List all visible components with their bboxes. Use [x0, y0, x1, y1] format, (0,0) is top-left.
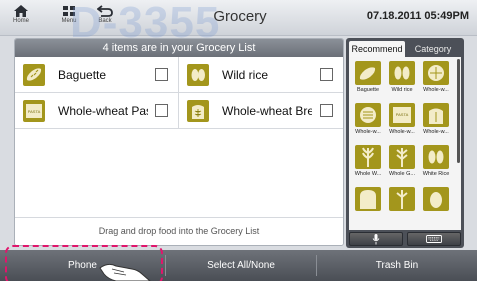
item-checkbox[interactable]	[320, 68, 333, 81]
home-icon	[14, 5, 28, 17]
wild-rice-icon	[187, 64, 209, 86]
food-tile-label: Whole-w...	[389, 129, 415, 135]
page-title: Grocery	[213, 8, 267, 25]
menu-grid-icon	[63, 6, 75, 16]
item-checkbox[interactable]	[155, 68, 168, 81]
food-name: Whole-wheat Pas	[58, 104, 148, 118]
menu-button[interactable]: Menu	[52, 4, 86, 34]
keyboard-icon	[426, 235, 442, 243]
grocery-list-panel: 4 items are in your Grocery List Baguett…	[14, 38, 344, 246]
grocery-list-header: 4 items are in your Grocery List	[15, 39, 343, 57]
bottom-bar: Phone Select All/None Trash Bin	[0, 250, 477, 281]
menu-label: Menu	[61, 18, 77, 24]
baguette-icon	[23, 64, 45, 86]
baguette-icon	[355, 61, 381, 85]
food-tile[interactable]: Wild rice	[387, 61, 417, 97]
microphone-icon	[372, 234, 380, 245]
device-screen: Home Menu Back Grocery 07.18.2011 05:49P…	[0, 0, 477, 281]
list-item[interactable]: PASTA Whole-wheat Pas	[15, 93, 179, 129]
top-bar: Home Menu Back Grocery 07.18.2011 05:49P…	[0, 0, 477, 36]
seed-icon	[423, 187, 449, 211]
food-tile[interactable]: Whole W...	[353, 145, 383, 181]
food-tile[interactable]: Baguette	[353, 61, 383, 97]
food-tile-grid: Baguette Wild rice Whole-w... Whole-w... PAS…	[349, 57, 461, 230]
pasta-badge: PASTA	[28, 109, 41, 114]
pasta-badge: PASTA	[396, 112, 409, 117]
tile-scrollbar[interactable]	[457, 59, 460, 163]
food-tile-label: White Rice	[422, 171, 450, 177]
food-tile[interactable]	[421, 187, 451, 223]
food-tile-label: Whole G...	[389, 171, 415, 177]
food-tile[interactable]: Whole-w...	[421, 103, 451, 139]
food-tile-label: Whole-w...	[423, 129, 449, 135]
pasta-icon: PASTA	[389, 103, 415, 127]
food-tile[interactable]	[353, 187, 383, 223]
toast-icon	[355, 187, 381, 211]
grain-icon	[389, 145, 415, 169]
list-item[interactable]: Wild rice	[179, 57, 343, 93]
list-item[interactable]: Baguette	[15, 57, 179, 93]
rice-icon	[423, 145, 449, 169]
wild-rice-icon	[389, 61, 415, 85]
back-button[interactable]: Back	[88, 4, 122, 34]
drag-drop-hint: Drag and drop food into the Grocery List	[15, 217, 343, 245]
food-tile[interactable]: Whole-w...	[353, 103, 383, 139]
food-tile-label: Wild rice	[391, 87, 413, 93]
select-all-button[interactable]: Select All/None	[166, 250, 316, 281]
voice-input-button[interactable]	[349, 232, 403, 246]
food-name: Whole-wheat Bre	[222, 104, 312, 118]
recommend-panel: Recommend Category Baguette Wild rice Whol…	[346, 38, 464, 248]
food-tile[interactable]	[387, 187, 417, 223]
home-label: Home	[12, 18, 29, 24]
tab-category[interactable]: Category	[405, 41, 461, 57]
food-tile-label: Whole W...	[354, 171, 382, 177]
grocery-row: Baguette Wild rice	[15, 57, 343, 93]
datetime-display: 07.18.2011 05:49PM	[366, 10, 469, 22]
pasta-icon: PASTA	[23, 100, 45, 122]
pointing-hand-icon	[99, 263, 151, 281]
food-tile-label: Baguette	[356, 87, 380, 93]
grocery-list-grid: Baguette Wild rice PASTA Whole-wheat Pas…	[15, 57, 343, 129]
wheat-icon	[355, 145, 381, 169]
input-buttons	[349, 232, 461, 246]
tortilla-icon	[423, 61, 449, 85]
recommend-tabs: Recommend Category	[349, 41, 461, 57]
bread-icon	[423, 103, 449, 127]
food-tile[interactable]: Whole G...	[387, 145, 417, 181]
food-name: Wild rice	[222, 68, 269, 82]
food-name: Baguette	[58, 68, 107, 82]
food-tile[interactable]: PASTA Whole-w...	[387, 103, 417, 139]
item-checkbox[interactable]	[320, 104, 333, 117]
bread-icon	[187, 100, 209, 122]
trash-bin-button[interactable]: Trash Bin	[317, 250, 477, 281]
item-checkbox[interactable]	[155, 104, 168, 117]
cracker-icon	[355, 103, 381, 127]
keyboard-button[interactable]	[407, 232, 461, 246]
list-item[interactable]: Whole-wheat Bre	[179, 93, 343, 129]
food-tile-label: Whole-w...	[355, 129, 381, 135]
barley-icon	[389, 187, 415, 211]
food-tile-label: Whole-w...	[423, 87, 449, 93]
food-tile[interactable]: Whole-w...	[421, 61, 451, 97]
home-button[interactable]: Home	[4, 4, 38, 34]
grocery-row: PASTA Whole-wheat Pas Whole-wheat Bre	[15, 93, 343, 129]
back-arrow-icon	[97, 5, 113, 17]
tab-recommend[interactable]: Recommend	[349, 41, 405, 57]
food-tile[interactable]: White Rice	[421, 145, 451, 181]
back-label: Back	[98, 18, 112, 24]
